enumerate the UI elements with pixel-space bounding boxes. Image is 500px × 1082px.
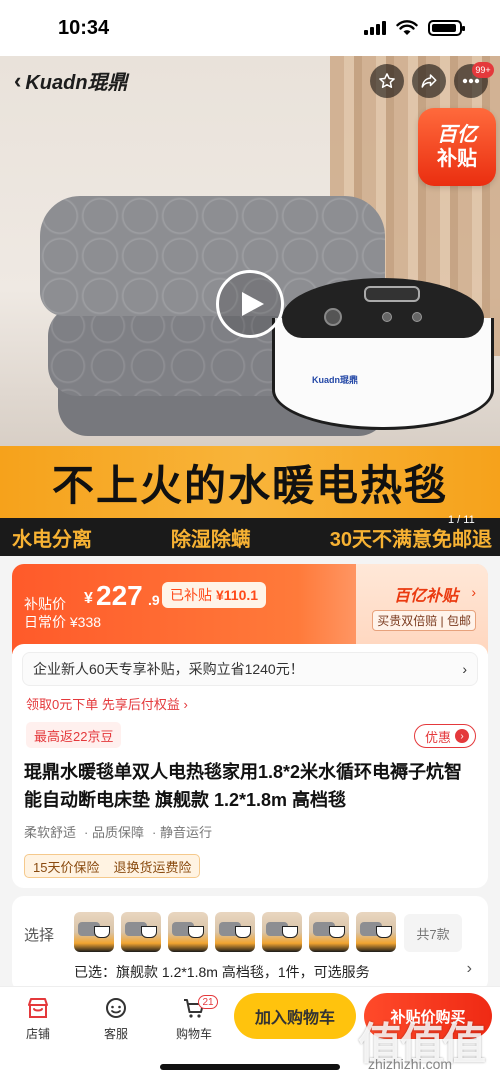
subsidy-program-sub: 买贵双倍赔 | 包邮 bbox=[372, 610, 476, 631]
brand-logo[interactable]: ‹ Kuadn琨鼎 bbox=[14, 66, 128, 95]
cart-tab[interactable]: 购物车 21 bbox=[164, 995, 224, 1042]
feature-item: 30天不满意免邮退 bbox=[329, 528, 492, 551]
price-label: 补贴价 bbox=[24, 596, 66, 612]
variant-thumbnail[interactable] bbox=[356, 912, 396, 952]
chevron-right-icon: › bbox=[471, 584, 476, 600]
customer-service-label: 客服 bbox=[103, 1027, 128, 1041]
chevron-right-icon: › bbox=[455, 729, 469, 743]
brand-name: Kuadn琨鼎 bbox=[25, 72, 128, 94]
watermark-url: zhizhizhi.com bbox=[368, 1056, 453, 1072]
product-title: 琨鼎水暖毯单双人电热毯家用1.8*2米水循环电褥子炕智能自动断电床垫 旗舰款 1… bbox=[24, 762, 463, 810]
select-label: 选择 bbox=[24, 927, 55, 944]
cart-label: 购物车 bbox=[175, 1027, 212, 1041]
device-logo: Kuadn琨鼎 bbox=[312, 375, 358, 385]
play-icon bbox=[241, 292, 264, 316]
variant-selection-card[interactable]: 选择 共7款 已选：旗舰款 1.2*1.8m 高档毯，1件，可选服务 › bbox=[12, 896, 488, 992]
feature-item: 除湿除螨 bbox=[170, 528, 251, 551]
water-heater-illustration: Kuadn琨鼎 bbox=[272, 278, 494, 430]
favorite-star-icon[interactable] bbox=[370, 64, 404, 98]
subsidized-amount: ¥110.1 bbox=[216, 587, 259, 603]
variant-thumbnail[interactable] bbox=[168, 912, 208, 952]
price-decimal: .9 bbox=[148, 592, 160, 608]
subsidy-program-panel[interactable]: 百亿补贴 › 买贵双倍赔 | 包邮 bbox=[356, 564, 488, 654]
variant-thumbnail[interactable] bbox=[215, 912, 255, 952]
message-count-badge: 99+ bbox=[472, 62, 494, 78]
customer-service-tab[interactable]: 客服 bbox=[86, 995, 146, 1042]
shop-label: 店铺 bbox=[25, 1027, 50, 1041]
back-arrow-icon[interactable]: ‹ bbox=[14, 68, 21, 94]
variant-thumbnail[interactable] bbox=[309, 912, 349, 952]
chevron-right-icon: › bbox=[462, 661, 467, 677]
feature-item: 水电分离 bbox=[12, 528, 92, 551]
play-video-button[interactable] bbox=[216, 270, 284, 338]
status-bar: 10:34 bbox=[0, 0, 500, 56]
new-user-offer-text: 企业新人60天专享补贴，采购立省1240元！ bbox=[33, 661, 304, 677]
selected-variant: 已选：旗舰款 1.2*1.8m 高档毯，1件，可选服务 bbox=[74, 964, 370, 980]
variant-thumbnail[interactable] bbox=[121, 912, 161, 952]
product-tag: 柔软舒适 bbox=[24, 825, 77, 840]
subsidy-badge: 百亿 补贴 bbox=[418, 108, 496, 186]
discount-button[interactable]: 优惠 › bbox=[413, 724, 476, 748]
variant-thumbnails bbox=[74, 912, 396, 952]
shop-tab[interactable]: 店铺 bbox=[8, 995, 68, 1042]
discount-label: 优惠 bbox=[424, 729, 451, 745]
total-styles[interactable]: 共7款 bbox=[404, 914, 462, 952]
subsidy-badge-line2: 补贴 bbox=[437, 148, 477, 170]
subsidized-label: 已补贴 bbox=[170, 587, 212, 603]
variant-thumbnail[interactable] bbox=[74, 912, 114, 952]
home-indicator bbox=[160, 1064, 340, 1070]
guarantee-item: 15天价保险 bbox=[33, 859, 100, 875]
add-to-cart-button[interactable]: 加入购物车 bbox=[234, 993, 356, 1039]
cart-count-badge: 21 bbox=[198, 995, 218, 1009]
subsidized-chip: 已补贴 ¥110.1 bbox=[162, 582, 267, 608]
product-tag: 品质保障 bbox=[84, 822, 144, 841]
guarantee-item: 退换货运费险 bbox=[113, 859, 192, 875]
battery-icon bbox=[428, 20, 465, 36]
headline-band: 不上火的水暖电热毯 bbox=[0, 446, 500, 518]
status-time: 10:34 bbox=[58, 16, 110, 39]
product-tag: 静音运行 bbox=[152, 822, 212, 841]
daily-price: 日常价 ¥338 bbox=[24, 614, 102, 630]
price-integer: 227 bbox=[96, 580, 143, 611]
status-icons bbox=[364, 20, 465, 36]
subsidy-badge-line1: 百亿 bbox=[437, 124, 477, 146]
pay-later-link[interactable]: 领取0元下单 先享后付权益 › bbox=[26, 694, 188, 713]
customer-service-icon bbox=[103, 995, 129, 1021]
headline-text: 不上火的水暖电热毯 bbox=[51, 461, 448, 509]
guarantee-chip[interactable]: 15天价保险 退换货运费险 bbox=[24, 854, 201, 878]
product-page: 10:34 Kuadn琨鼎 ‹ Kuadn琨鼎 99+ 百亿 补贴 不上火的水暖… bbox=[0, 0, 500, 1082]
product-tags: 柔软舒适 品质保障 静音运行 bbox=[24, 822, 212, 841]
variant-thumbnail[interactable] bbox=[262, 912, 302, 952]
features-band: 水电分离 除湿除螨 30天不满意免邮退 bbox=[0, 518, 500, 556]
price-currency: ¥ bbox=[84, 590, 93, 607]
subsidy-program-title: 百亿补贴 bbox=[393, 588, 458, 605]
chevron-right-icon: › bbox=[466, 960, 472, 977]
product-info-card: 企业新人60天专享补贴，采购立省1240元！ › 领取0元下单 先享后付权益 ›… bbox=[12, 644, 488, 888]
new-user-offer[interactable]: 企业新人60天专享补贴，采购立省1240元！ › bbox=[22, 652, 478, 686]
price-card[interactable]: 补贴价 ¥ 227 .9 已补贴 ¥110.1 日常价 ¥338 百亿补贴 › … bbox=[12, 564, 488, 654]
wifi-icon bbox=[396, 20, 418, 35]
share-icon[interactable] bbox=[412, 64, 446, 98]
image-counter: 1 / 11 bbox=[448, 514, 475, 526]
rebate-chip: 最高返22京豆 bbox=[26, 722, 122, 748]
signal-icon bbox=[364, 21, 386, 35]
shop-icon bbox=[25, 995, 51, 1021]
